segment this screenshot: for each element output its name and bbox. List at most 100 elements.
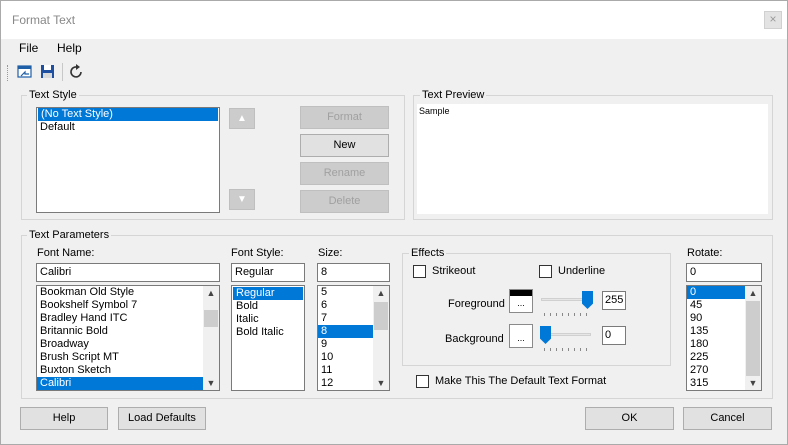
list-item[interactable]: Bookman Old Style [37,286,203,299]
strikeout-label: Strikeout [432,265,476,277]
list-item[interactable]: 270 [687,364,745,377]
background-label: Background [445,333,504,345]
background-value-input[interactable]: 0 [602,326,626,345]
ok-button[interactable]: OK [585,407,674,430]
list-item[interactable]: 180 [687,338,745,351]
font-name-list[interactable]: Bookman Old Style Bookshelf Symbol 7 Bra… [36,285,220,391]
list-item[interactable]: 6 [318,299,373,312]
effects-legend: Effects [409,247,447,259]
list-item[interactable]: 5 [318,286,373,299]
scroll-down-icon[interactable]: ▼ [745,376,761,390]
cancel-button[interactable]: Cancel [683,407,772,430]
refresh-icon[interactable] [68,63,86,81]
background-pick-button[interactable]: ... [512,334,530,346]
make-default-checkbox[interactable] [416,375,429,388]
scroll-up-icon[interactable]: ▲ [745,286,761,300]
list-item[interactable]: Italic [233,313,303,326]
list-item[interactable]: Bradley Hand ITC [37,312,203,325]
list-item[interactable]: Bold Italic [233,326,303,339]
list-item[interactable]: 0 [687,286,745,299]
text-preview-legend: Text Preview [420,89,487,101]
toolbar [1,59,787,85]
scroll-thumb[interactable] [374,302,388,330]
save-icon[interactable] [39,63,57,81]
new-button[interactable]: New [300,134,389,157]
foreground-label: Foreground [448,298,505,310]
move-up-button[interactable]: ▲ [229,108,255,129]
help-button[interactable]: Help [20,407,108,430]
scroll-up-icon[interactable]: ▲ [203,286,219,300]
list-item[interactable]: Regular [233,287,303,300]
scroll-thumb[interactable] [746,301,760,376]
background-swatch[interactable]: ... [509,324,533,348]
load-defaults-button[interactable]: Load Defaults [118,407,206,430]
background-slider-ticks [544,348,590,351]
list-item[interactable]: 315 [687,377,745,390]
title-bar: Format Text × [1,1,787,39]
text-preview-area: Sample [417,104,768,214]
rotate-list[interactable]: 0 45 90 135 180 225 270 315 ▲ ▼ [686,285,762,391]
close-button[interactable]: × [764,11,782,29]
list-item[interactable]: 225 [687,351,745,364]
font-name-label: Font Name: [37,247,95,259]
toolbar-grip [7,65,9,81]
foreground-value-input[interactable]: 255 [602,291,626,310]
list-item[interactable]: 11 [318,364,373,377]
move-down-button[interactable]: ▼ [229,189,255,210]
size-list[interactable]: 5 6 7 8 9 10 11 12 ▲ ▼ [317,285,390,391]
list-item[interactable]: Calibri [37,377,203,390]
list-item[interactable]: Britannic Bold [37,325,203,338]
list-item[interactable]: 135 [687,325,745,338]
window-title: Format Text [12,13,76,27]
list-item[interactable]: Buxton Sketch [37,364,203,377]
font-style-list[interactable]: Regular Bold Italic Bold Italic [231,285,305,391]
delete-button[interactable]: Delete [300,190,389,213]
font-name-scrollbar[interactable]: ▲ ▼ [203,286,219,390]
format-button[interactable]: Format [300,106,389,129]
list-item[interactable]: Bold [233,300,303,313]
list-item[interactable]: 7 [318,312,373,325]
list-item[interactable]: 12 [318,377,373,390]
list-item[interactable]: 9 [318,338,373,351]
size-input[interactable]: 8 [317,263,390,282]
size-label: Size: [318,247,343,259]
foreground-pick-button[interactable]: ... [512,299,530,311]
preview-sample-text: Sample [419,106,450,116]
toolbar-separator [62,63,63,81]
scroll-down-icon[interactable]: ▼ [203,376,219,390]
foreground-swatch[interactable]: ... [509,289,533,313]
menu-file[interactable]: File [19,41,38,55]
font-style-label: Font Style: [231,247,284,259]
foreground-slider-ticks [544,313,590,316]
scroll-up-icon[interactable]: ▲ [373,286,389,300]
font-style-input[interactable]: Regular [231,263,305,282]
format-text-dialog: Format Text × File Help Text Style (No T… [0,0,788,445]
rename-button[interactable]: Rename [300,162,389,185]
underline-checkbox[interactable] [539,265,552,278]
rotate-label: Rotate: [687,247,723,259]
menu-help[interactable]: Help [57,41,82,55]
list-item[interactable]: Broadway [37,338,203,351]
list-item[interactable]: 8 [318,325,373,338]
list-item[interactable]: 90 [687,312,745,325]
list-item[interactable]: (No Text Style) [38,108,218,121]
rotate-scrollbar[interactable]: ▲ ▼ [745,286,761,390]
scroll-thumb[interactable] [204,310,218,327]
rotate-input[interactable]: 0 [686,263,762,282]
font-name-input[interactable]: Calibri [36,263,220,282]
foreground-color-icon [510,290,532,296]
open-icon[interactable] [16,63,34,81]
strikeout-checkbox[interactable] [413,265,426,278]
text-style-list[interactable]: (No Text Style) Default [36,107,220,213]
list-item[interactable]: Bookshelf Symbol 7 [37,299,203,312]
scroll-down-icon[interactable]: ▼ [373,376,389,390]
size-scrollbar[interactable]: ▲ ▼ [373,286,389,390]
make-default-label: Make This The Default Text Format [435,375,607,387]
text-style-legend: Text Style [27,89,79,101]
list-item[interactable]: Brush Script MT [37,351,203,364]
list-item[interactable]: 10 [318,351,373,364]
menu-bar: File Help [1,39,787,59]
text-parameters-legend: Text Parameters [27,229,112,241]
list-item[interactable]: 45 [687,299,745,312]
list-item[interactable]: Default [37,121,219,134]
